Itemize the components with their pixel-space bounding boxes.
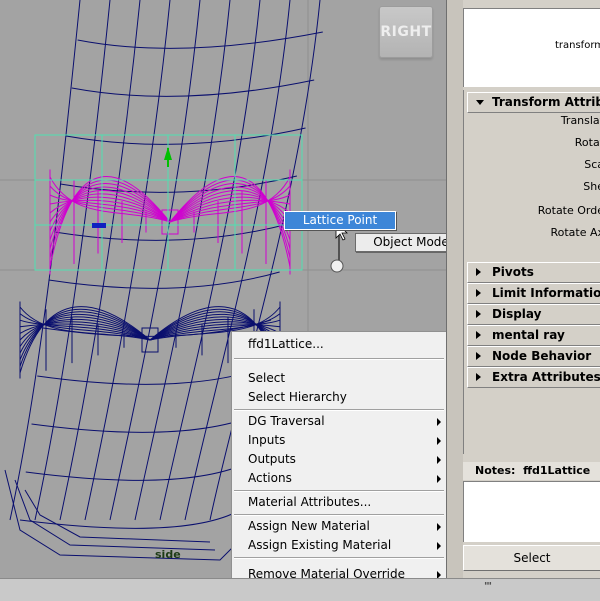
notes-header: Notes: ffd1Lattice (463, 462, 600, 480)
menu-item-outputs[interactable]: Outputs (232, 450, 446, 469)
menu-separator (234, 358, 444, 360)
section-limit-information[interactable]: Limit Information (467, 283, 600, 304)
menu-item-material-attributes[interactable]: Material Attributes... (232, 493, 446, 512)
collapsed-triangle-icon (476, 310, 481, 318)
section-pivots[interactable]: Pivots (467, 262, 600, 283)
submenu-arrow-icon (437, 418, 441, 426)
menu-item-inputs[interactable]: Inputs (232, 431, 446, 450)
submenu-arrow-icon (437, 523, 441, 531)
submenu-arrow-icon (437, 542, 441, 550)
menu-separator (234, 409, 444, 411)
marking-menu-lattice-point[interactable]: Lattice Point (284, 211, 396, 230)
section-display[interactable]: Display (467, 304, 600, 325)
menu-item-select[interactable]: Select (232, 369, 446, 388)
menu-item-actions[interactable]: Actions (232, 469, 446, 488)
menu-separator (234, 514, 444, 516)
attr-shear: She (583, 180, 600, 193)
panel-gutter (447, 0, 463, 578)
expanded-triangle-icon (476, 100, 484, 105)
view-cube[interactable]: RIGHT (379, 6, 433, 58)
attr-rotate-order: Rotate Orde (537, 204, 600, 217)
attr-scale: Sca (584, 158, 600, 171)
attr-rotate: Rotat (574, 136, 600, 149)
menu-item-dg-traversal[interactable]: DG Traversal (232, 412, 446, 431)
menu-item-ffd1lattice[interactable]: ffd1Lattice... (232, 335, 446, 354)
attr-translate: Translat (560, 114, 600, 127)
section-node-behavior[interactable]: Node Behavior (467, 346, 600, 367)
submenu-arrow-icon (437, 456, 441, 464)
upper-bow-mesh (49, 169, 291, 275)
node-name-box[interactable]: transform (463, 8, 600, 87)
menu-item-select-hierarchy[interactable]: Select Hierarchy (232, 388, 446, 407)
menu-item-assign-existing-material[interactable]: Assign Existing Material (232, 536, 446, 555)
attr-rotate-axis: Rotate Ax (550, 226, 600, 239)
submenu-arrow-icon (437, 437, 441, 445)
transform-label: transform (554, 40, 600, 51)
resize-grip[interactable]: '''' (484, 581, 492, 592)
collapsed-triangle-icon (476, 268, 481, 276)
submenu-arrow-icon (437, 475, 441, 483)
collapsed-triangle-icon (476, 373, 481, 381)
collapsed-triangle-icon (476, 331, 481, 339)
attribute-editor: transform Transform Attributes Translat … (446, 0, 600, 578)
camera-label: side (155, 548, 181, 561)
section-transform-attributes[interactable]: Transform Attributes (467, 92, 600, 113)
marking-menu-object-mode[interactable]: Object Mode (355, 233, 446, 252)
menu-separator (234, 557, 444, 559)
notes-field[interactable] (463, 481, 600, 542)
section-extra-attributes[interactable]: Extra Attributes (467, 367, 600, 388)
collapsed-triangle-icon (476, 352, 481, 360)
collapsed-triangle-icon (476, 289, 481, 297)
notes-label: Notes: (475, 464, 516, 477)
section-mental-ray[interactable]: mental ray (467, 325, 600, 346)
attribute-list[interactable]: Transform Attributes Translat Rotat Sca … (463, 90, 600, 454)
context-menu: ffd1Lattice... Select Select Hierarchy D… (231, 331, 447, 585)
bottom-bar: '''' (0, 578, 600, 601)
menu-separator (234, 490, 444, 492)
notes-node-name: ffd1Lattice (523, 464, 591, 477)
select-button[interactable]: Select (463, 545, 600, 571)
menu-item-assign-new-material[interactable]: Assign New Material (232, 517, 446, 536)
